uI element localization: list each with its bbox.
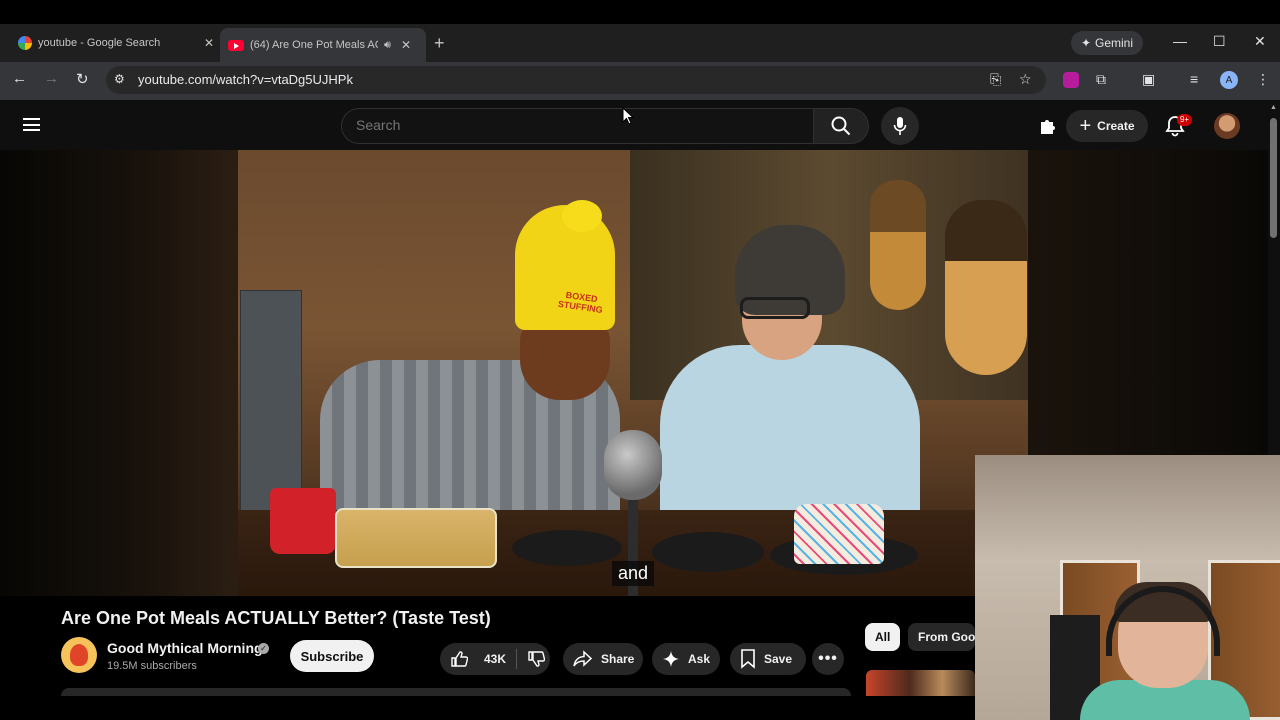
channel-avatar[interactable] bbox=[61, 637, 97, 673]
like-button[interactable]: 43K bbox=[450, 650, 506, 668]
close-tab-icon[interactable]: ✕ bbox=[401, 38, 411, 52]
more-horizontal-icon: ••• bbox=[818, 650, 838, 667]
casserole-dish bbox=[335, 508, 497, 568]
chip-all[interactable]: All bbox=[865, 623, 901, 651]
glasses bbox=[740, 297, 810, 319]
save-button[interactable]: Save bbox=[730, 643, 806, 675]
red-mug bbox=[270, 488, 336, 554]
tab-search-icon[interactable]: ▣ bbox=[1142, 71, 1155, 88]
plate bbox=[512, 530, 622, 566]
tab-google-search[interactable]: youtube - Google Search ✕ bbox=[18, 32, 214, 54]
hamburger-menu-icon[interactable] bbox=[23, 118, 40, 131]
reload-button[interactable]: ↻ bbox=[76, 70, 89, 88]
close-window-button[interactable]: ✕ bbox=[1254, 33, 1266, 50]
ask-button[interactable]: Ask bbox=[652, 643, 720, 675]
install-app-icon[interactable]: ⎘ bbox=[990, 71, 1001, 88]
search-button[interactable] bbox=[813, 108, 869, 144]
divider bbox=[516, 649, 518, 669]
plus-icon: + bbox=[1079, 114, 1092, 137]
funfetti-cake bbox=[794, 504, 884, 564]
sparkle-icon bbox=[663, 651, 679, 667]
plate bbox=[652, 532, 764, 572]
host-right-sweatshirt bbox=[660, 345, 920, 535]
save-label: Save bbox=[764, 652, 793, 666]
verified-badge-icon: ✓ bbox=[258, 643, 269, 654]
new-tab-button[interactable]: + bbox=[434, 33, 445, 54]
create-button[interactable]: + Create bbox=[1066, 110, 1148, 142]
minimize-button[interactable]: — bbox=[1173, 33, 1187, 49]
tab-youtube-video[interactable]: (64) Are One Pot Meals ACT 🔊︎ ✕ bbox=[220, 28, 426, 62]
menu-kebab-icon[interactable]: ⋮ bbox=[1256, 71, 1270, 88]
profile-avatar[interactable]: A bbox=[1220, 71, 1238, 89]
ask-label: Ask bbox=[688, 652, 711, 666]
maximize-button[interactable]: ☐ bbox=[1213, 33, 1226, 50]
like-dislike-group: 43K bbox=[440, 643, 550, 675]
sparkle-icon: ✦ bbox=[1080, 36, 1092, 50]
extension-icon[interactable] bbox=[1063, 72, 1079, 88]
scrollbar-thumb[interactable] bbox=[1270, 118, 1277, 238]
thumbs-down-icon bbox=[528, 651, 546, 667]
video-caption: and bbox=[612, 561, 655, 586]
back-button[interactable]: ← bbox=[12, 70, 27, 87]
url-text[interactable]: youtube.com/watch?v=vtaDg5UJHPk bbox=[138, 72, 353, 87]
beanie-pompom bbox=[562, 200, 602, 232]
forward-button[interactable]: → bbox=[44, 70, 59, 87]
like-count: 43K bbox=[484, 652, 507, 666]
voice-search-button[interactable] bbox=[881, 107, 919, 145]
share-button[interactable]: Share bbox=[563, 643, 643, 675]
tab-title: youtube - Google Search bbox=[38, 37, 161, 49]
host-left-beard bbox=[520, 320, 610, 400]
google-icon bbox=[18, 36, 32, 50]
tab-title: (64) Are One Pot Meals ACT bbox=[250, 39, 378, 51]
subscriber-count: 19.5M subscribers bbox=[107, 660, 197, 672]
channel-name[interactable]: Good Mythical Morning bbox=[107, 640, 263, 656]
description-box[interactable] bbox=[61, 688, 851, 696]
search-icon bbox=[831, 116, 851, 136]
extension-puzzle-icon[interactable] bbox=[1037, 116, 1057, 136]
create-label: Create bbox=[1097, 119, 1135, 133]
search-input[interactable] bbox=[356, 117, 796, 133]
more-actions-button[interactable]: ••• bbox=[812, 643, 844, 675]
guitar-acoustic bbox=[945, 200, 1027, 375]
subscribe-button[interactable]: Subscribe bbox=[290, 640, 374, 672]
bookmark-icon bbox=[741, 649, 755, 669]
dislike-button[interactable] bbox=[527, 650, 546, 668]
window-top-bar bbox=[0, 0, 1280, 24]
studio-microphone bbox=[604, 430, 662, 500]
chip-from-channel[interactable]: From Good bbox=[908, 623, 975, 651]
guitar-electric bbox=[870, 180, 926, 310]
notification-count-badge: 9+ bbox=[1177, 114, 1192, 126]
video-title: Are One Pot Meals ACTUALLY Better? (Tast… bbox=[61, 608, 491, 628]
mouse-cursor-icon bbox=[622, 107, 634, 125]
media-controls-icon[interactable]: ≡ bbox=[1190, 71, 1198, 87]
share-arrow-icon bbox=[573, 650, 593, 667]
bookmark-star-icon[interactable]: ☆ bbox=[1019, 71, 1032, 88]
gemini-label: Gemini bbox=[1095, 36, 1134, 50]
extensions-puzzle-icon[interactable]: ⧉ bbox=[1096, 71, 1106, 88]
close-tab-icon[interactable]: ✕ bbox=[204, 36, 214, 50]
flame-logo-icon bbox=[70, 644, 88, 666]
share-label: Share bbox=[601, 652, 635, 666]
gemini-button[interactable]: ✦ Gemini bbox=[1071, 31, 1143, 55]
microphone-icon bbox=[893, 117, 907, 135]
speaker-icon[interactable]: 🔊︎ bbox=[384, 39, 391, 52]
site-info-icon[interactable]: ⚙︎ bbox=[114, 72, 125, 86]
thumbs-up-icon bbox=[451, 651, 468, 667]
youtube-icon bbox=[228, 39, 244, 51]
account-avatar[interactable] bbox=[1214, 113, 1240, 139]
recommended-video-thumbnail[interactable] bbox=[866, 670, 975, 696]
scroll-up-arrow-icon[interactable]: ▲ bbox=[1270, 104, 1277, 111]
taskbar-area bbox=[0, 696, 975, 720]
